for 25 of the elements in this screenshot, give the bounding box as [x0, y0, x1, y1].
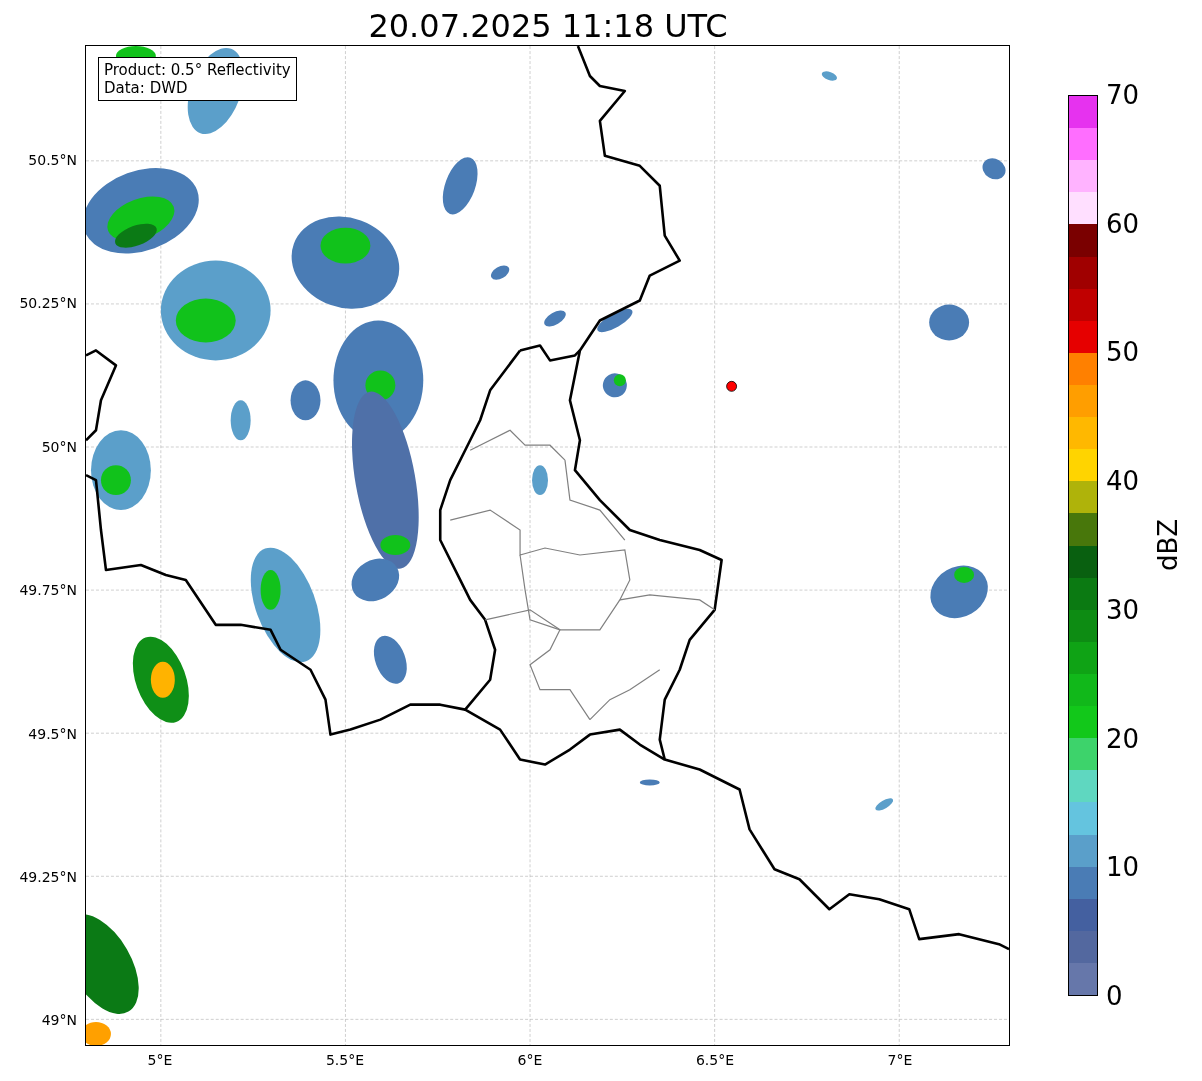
x-tick-label: 6°E — [517, 1052, 543, 1068]
y-tick-label: 49.75°N — [19, 582, 77, 599]
colorbar-tick-label: 30 — [1106, 594, 1140, 625]
colorbar-tick-label: 40 — [1106, 466, 1140, 497]
legend-text: Data: DWD — [104, 79, 189, 97]
y-tick-label: 49.25°N — [19, 869, 77, 885]
location-marker-icon — [726, 380, 737, 392]
y-tick-label: 49.5°N — [28, 725, 77, 742]
colorbar-label: dBZ — [1153, 518, 1184, 572]
y-tick-label: 50°N — [41, 438, 77, 455]
y-tick-label: 50.25°N — [19, 295, 77, 312]
y-tick-label: 50.5°N — [28, 152, 77, 168]
x-tick-label: 5°E — [147, 1052, 173, 1068]
chart-title: 20.07.2025 11:18 UTC — [368, 6, 728, 45]
colorbar-tick-label: 60 — [1106, 208, 1140, 239]
x-tick-label: 5.5°E — [325, 1052, 365, 1068]
colorbar-tick-label: 0 — [1106, 981, 1123, 1011]
x-tick-label: 7°E — [887, 1052, 913, 1068]
x-tick-label: 6.5°E — [695, 1052, 735, 1068]
y-tick-label: 49°N — [41, 1012, 77, 1029]
colorbar-tick-label: 50 — [1106, 337, 1140, 368]
colorbar-tick-label: 20 — [1106, 723, 1140, 754]
colorbar-tick-label: 70 — [1106, 80, 1140, 110]
colorbar-tick-label: 10 — [1106, 852, 1140, 883]
legend-text: Product: 0.5° Reflectivity — [104, 61, 291, 79]
